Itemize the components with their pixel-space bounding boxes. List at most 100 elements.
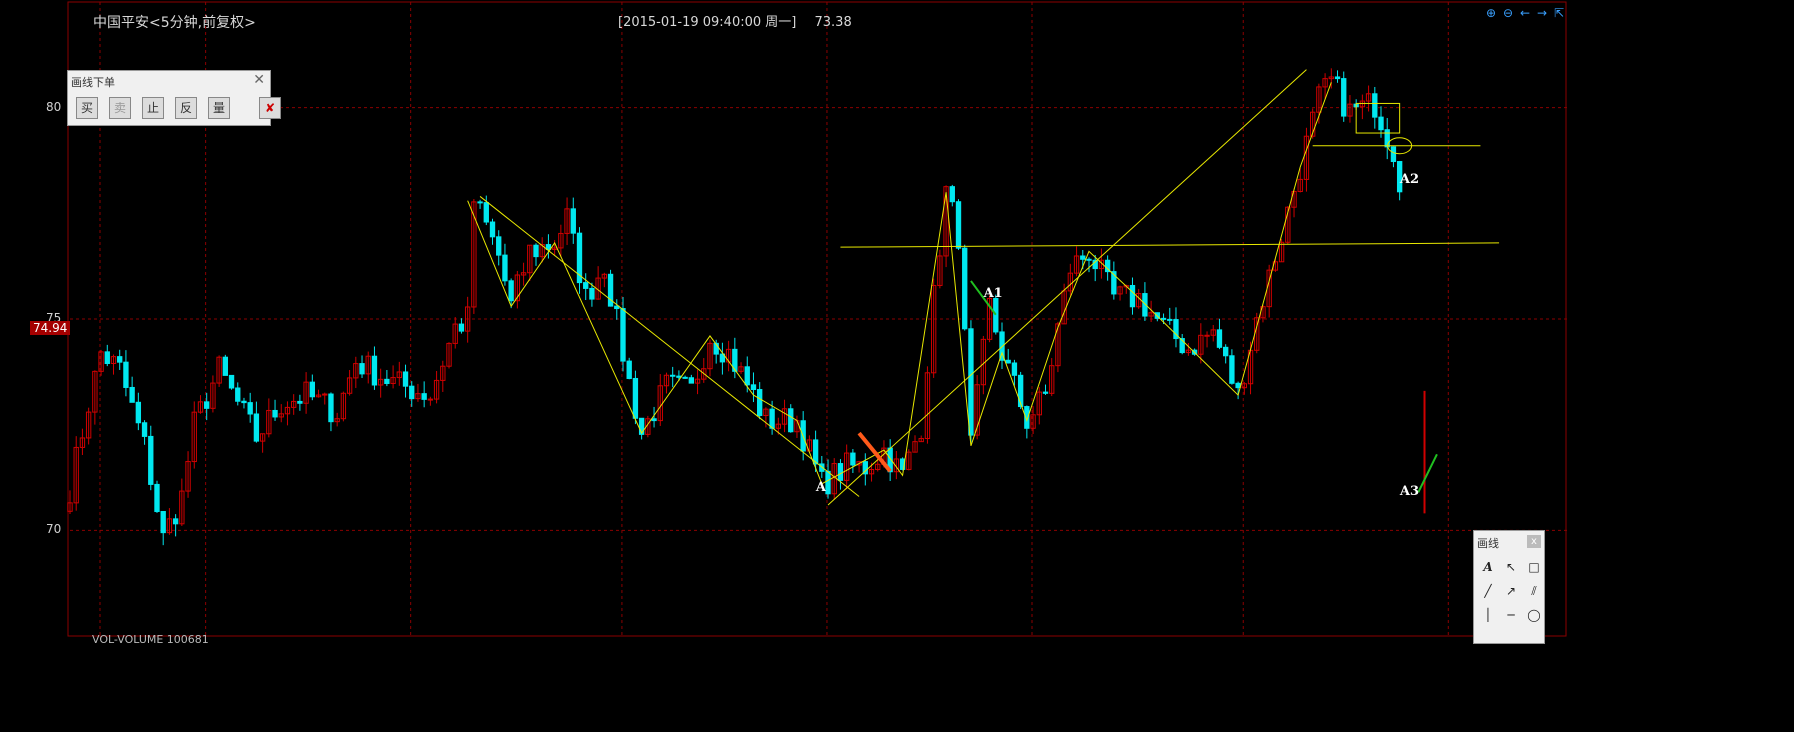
candle-body bbox=[222, 356, 229, 376]
candle-body bbox=[589, 287, 595, 300]
candle-body bbox=[1378, 116, 1384, 131]
candle-body bbox=[750, 384, 757, 391]
candle-body bbox=[1011, 362, 1018, 376]
candle-body bbox=[1216, 329, 1223, 348]
candle-body bbox=[670, 374, 676, 377]
zigzag-line bbox=[467, 82, 1332, 485]
candle-body bbox=[502, 254, 508, 282]
restore-icon[interactable]: ⇱ bbox=[1552, 6, 1566, 20]
current-price-label: 74.94 bbox=[30, 321, 71, 335]
candle-body bbox=[1017, 374, 1024, 408]
trend-line bbox=[479, 196, 860, 497]
horizontal-line bbox=[840, 242, 1500, 248]
candle-body bbox=[688, 377, 695, 384]
candle-body bbox=[148, 435, 154, 485]
candle-body bbox=[371, 355, 378, 386]
close-icon[interactable]: x bbox=[1527, 535, 1541, 548]
ray-icon[interactable]: ↗ bbox=[1501, 583, 1521, 599]
candle-body bbox=[850, 452, 856, 466]
candle-body bbox=[123, 361, 129, 388]
y-tick-label: 80 bbox=[46, 99, 62, 114]
horizontal-line-icon[interactable]: ─ bbox=[1501, 607, 1521, 623]
candle-body bbox=[154, 483, 160, 513]
parallel-lines-icon[interactable]: ⫽ bbox=[1524, 583, 1544, 599]
candle-body bbox=[955, 201, 962, 249]
order-panel: 画线下单 ✕ 买 卖 止 反 量 ✘ bbox=[67, 70, 281, 126]
candle-body bbox=[620, 308, 626, 362]
line-icon[interactable]: ╱ bbox=[1478, 583, 1498, 599]
candle-body bbox=[788, 408, 794, 433]
candle-body bbox=[533, 244, 539, 258]
zoom-out-icon[interactable]: ⊖ bbox=[1501, 6, 1515, 20]
candle-body bbox=[1235, 382, 1241, 389]
candles bbox=[67, 68, 1426, 546]
candle-body bbox=[632, 377, 639, 419]
candle-body bbox=[117, 356, 123, 363]
text-icon[interactable]: A bbox=[1478, 559, 1498, 575]
pan-right-icon[interactable]: → bbox=[1535, 6, 1549, 20]
candle-body bbox=[825, 470, 831, 495]
candle-body bbox=[204, 401, 210, 409]
candle-body bbox=[241, 400, 247, 404]
vertical-line-icon[interactable]: │ bbox=[1478, 607, 1498, 623]
candle-body bbox=[1229, 355, 1235, 384]
close-icon[interactable]: ✕ bbox=[253, 72, 265, 88]
candle-body bbox=[1223, 346, 1229, 357]
order-panel-title: 画线下单 bbox=[71, 76, 115, 89]
candle-body bbox=[104, 351, 110, 364]
candle-body bbox=[129, 386, 135, 403]
candle-body bbox=[228, 374, 235, 389]
trend-line bbox=[827, 69, 1307, 506]
zoom-in-icon[interactable]: ⊕ bbox=[1484, 6, 1498, 20]
candle-body bbox=[477, 201, 483, 204]
candle-body bbox=[297, 400, 303, 404]
draw-tools-panel: 画线 x A ↖ □ ╱ ↗ ⫽ │ ─ ◯ bbox=[1473, 530, 1545, 644]
ellipse-icon[interactable]: ◯ bbox=[1524, 607, 1544, 623]
candle-body bbox=[427, 398, 434, 401]
candle-body bbox=[1042, 391, 1049, 394]
candle-body bbox=[1167, 318, 1173, 321]
annotation-label: A2 bbox=[1399, 171, 1419, 187]
candle-body bbox=[1160, 317, 1167, 320]
candle-body bbox=[483, 202, 489, 223]
draw-tools-grid: A ↖ □ ╱ ↗ ⫽ │ ─ ◯ bbox=[1478, 559, 1544, 623]
candle-body bbox=[769, 408, 775, 429]
top-toolbar: ⊕ ⊖ ← → ⇱ bbox=[1484, 6, 1566, 20]
candle-body bbox=[1390, 146, 1397, 163]
delete-icon[interactable]: ✘ bbox=[259, 97, 281, 119]
y-tick-label: 70 bbox=[46, 522, 62, 537]
cursor-datetime: [2015-01-19 09:40:00 周一] bbox=[618, 15, 797, 30]
candle-body bbox=[141, 422, 148, 437]
rectangle-icon[interactable]: □ bbox=[1524, 559, 1544, 575]
candle-body bbox=[1334, 76, 1341, 80]
volume-button[interactable]: 量 bbox=[208, 97, 230, 119]
candle-body bbox=[626, 360, 632, 379]
candle-body bbox=[421, 393, 427, 400]
candle-body bbox=[1341, 78, 1347, 117]
candle-body bbox=[570, 208, 576, 234]
candle-body bbox=[489, 221, 496, 238]
candle-body bbox=[496, 236, 502, 256]
candle-body bbox=[409, 385, 415, 400]
draw-tools-title: 画线 bbox=[1477, 537, 1499, 550]
arrow-icon[interactable]: ↖ bbox=[1501, 559, 1521, 575]
green-arrow bbox=[1417, 453, 1438, 493]
cursor-price: 73.38 bbox=[814, 15, 852, 30]
candle-body bbox=[309, 381, 315, 398]
candle-body bbox=[1204, 334, 1210, 337]
candle-body bbox=[359, 363, 365, 375]
candle-body bbox=[1372, 93, 1378, 118]
sell-button[interactable]: 卖 bbox=[109, 97, 131, 119]
volume-label: VOL-VOLUME 100681 bbox=[92, 633, 209, 646]
reverse-button[interactable]: 反 bbox=[175, 97, 197, 119]
candle-body bbox=[253, 413, 260, 442]
candle-body bbox=[235, 387, 241, 402]
buy-button[interactable]: 买 bbox=[76, 97, 98, 119]
stop-button[interactable]: 止 bbox=[142, 97, 164, 119]
candle-body bbox=[1080, 255, 1086, 260]
candle-body bbox=[458, 323, 465, 332]
candle-body bbox=[384, 378, 390, 384]
candle-body bbox=[682, 376, 688, 379]
candle-body bbox=[402, 371, 409, 387]
pan-left-icon[interactable]: ← bbox=[1518, 6, 1532, 20]
